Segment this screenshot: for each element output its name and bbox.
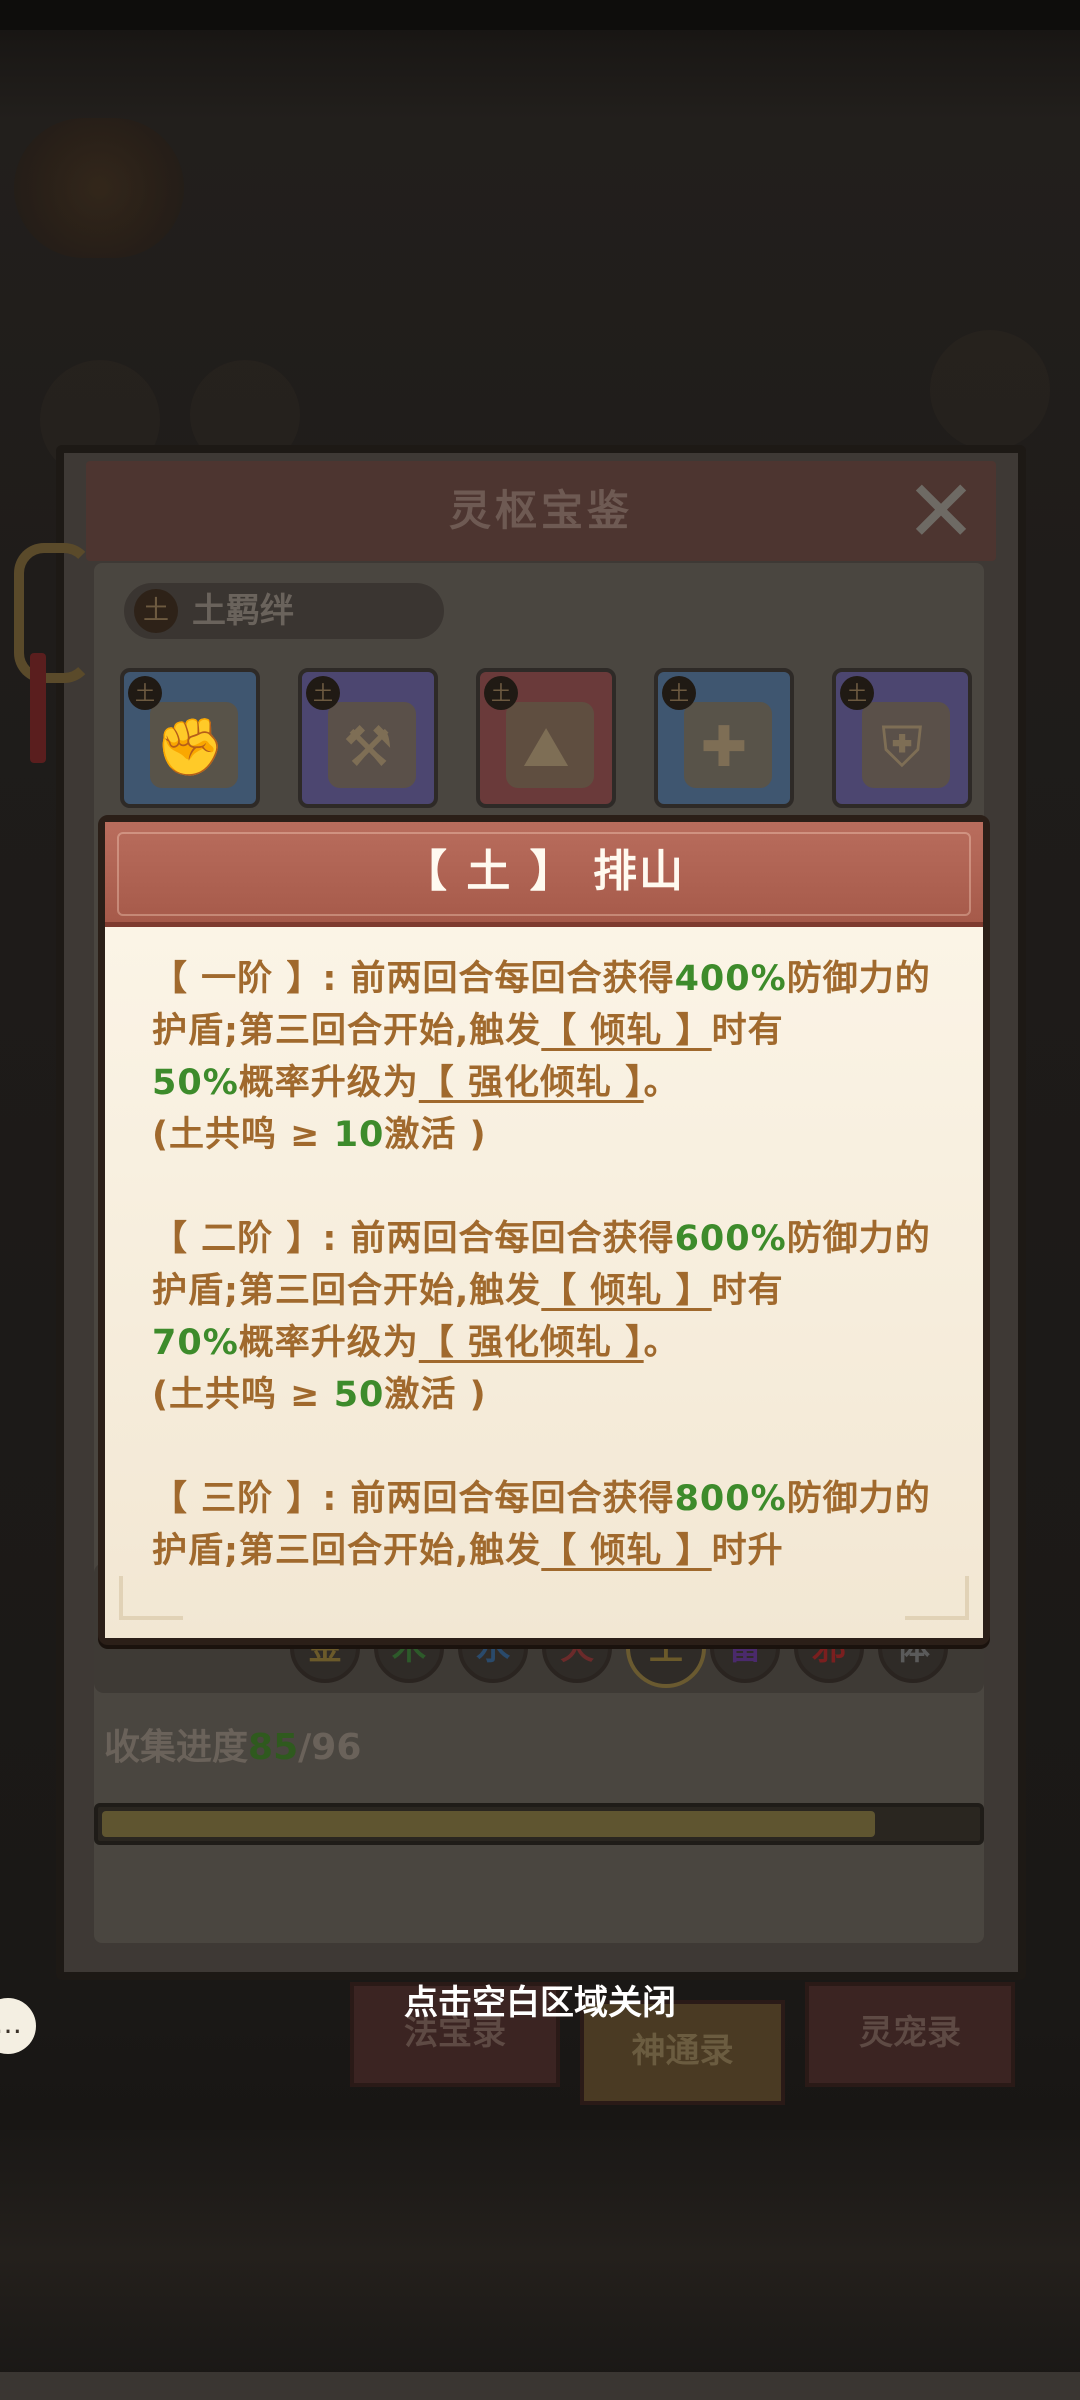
scroll-rod-decoration [14, 543, 94, 683]
dialog-header: 【 土 】 排山 [105, 822, 983, 927]
tassel-decoration [30, 653, 46, 763]
earth-element-icon: 土 [840, 676, 874, 710]
skill-card-mountain-skill[interactable]: ⛰ 土 [476, 668, 616, 808]
earth-element-icon: 土 [128, 676, 162, 710]
tier-3-description: 【 三阶 】: 前两回合每回合获得800%防御力的护盾;第三回合开始,触发【 倾… [152, 1479, 931, 1571]
tier-1-description: 【 一阶 】: 前两回合每回合获得400%防御力的护盾;第三回合开始,触发【 倾… [152, 959, 931, 1155]
tier-2-description: 【 二阶 】: 前两回合每回合获得600%防御力的护盾;第三回合开始,触发【 倾… [152, 1219, 931, 1415]
bond-tag: 土 土羁绊 [124, 583, 444, 639]
player-avatar [14, 118, 184, 258]
heal-hands-skill-icon: ✚ [700, 715, 748, 780]
enhanced-crush-link[interactable]: 【 强化倾轧 】 [419, 1063, 644, 1103]
collection-progress-label: 收集进度85/96 [104, 1727, 362, 1768]
panel-title: 灵枢宝鉴 [448, 486, 633, 535]
progress-bar-fill [102, 1811, 876, 1837]
crush-link[interactable]: 【 倾轧 】 [541, 1531, 711, 1571]
upgrade-chance: 50% [152, 1063, 239, 1103]
progress-bar [94, 1803, 984, 1845]
bottom-scene [0, 2130, 1080, 2380]
earth-element-icon: 土 [662, 676, 696, 710]
close-icon[interactable]: ✕ [896, 467, 986, 557]
activation-threshold: 10 [333, 1115, 385, 1155]
panel-header: 灵枢宝鉴 ✕ [86, 461, 996, 561]
upgrade-chance: 70% [152, 1323, 239, 1363]
shield-percent: 600% [674, 1219, 787, 1259]
close-hint: 点击空白区域关闭 [404, 1983, 676, 2023]
earth-element-icon: 土 [306, 676, 340, 710]
bottom-bar [0, 2372, 1080, 2400]
skill-card-axe-skill[interactable]: ⚒ 土 [298, 668, 438, 808]
enhanced-crush-link[interactable]: 【 强化倾轧 】 [419, 1323, 644, 1363]
fist-skill-icon: ✊ [155, 715, 225, 780]
bond-label: 土羁绊 [192, 591, 294, 631]
bg-decoration [930, 330, 1050, 450]
shield-percent: 400% [674, 959, 787, 999]
crush-link[interactable]: 【 倾轧 】 [541, 1271, 711, 1311]
crush-link[interactable]: 【 倾轧 】 [541, 1011, 711, 1051]
progress-current: 85 [248, 1727, 299, 1768]
activation-threshold: 50 [333, 1375, 385, 1415]
progress-total: /96 [298, 1727, 362, 1768]
skill-card-fist-skill[interactable]: ✊ 土 [120, 668, 260, 808]
skill-description: 【 一阶 】: 前两回合每回合获得400%防御力的护盾;第三回合开始,触发【 倾… [152, 953, 942, 1629]
skill-card-heal-hands-skill[interactable]: ✚ 土 [654, 668, 794, 808]
dialog-title: 【 土 】 排山 [403, 846, 685, 897]
axe-skill-icon: ⚒ [342, 715, 394, 780]
earth-element-icon: 土 [484, 676, 518, 710]
shield-percent: 800% [674, 1479, 787, 1519]
earth-element-icon: 土 [134, 589, 178, 633]
status-bar [0, 0, 1080, 30]
mountain-skill-icon: ⛰ [522, 715, 570, 780]
skill-card-shield-hands-skill[interactable]: ⛨ 土 [832, 668, 972, 808]
shield-hands-skill-icon: ⛨ [881, 715, 923, 780]
